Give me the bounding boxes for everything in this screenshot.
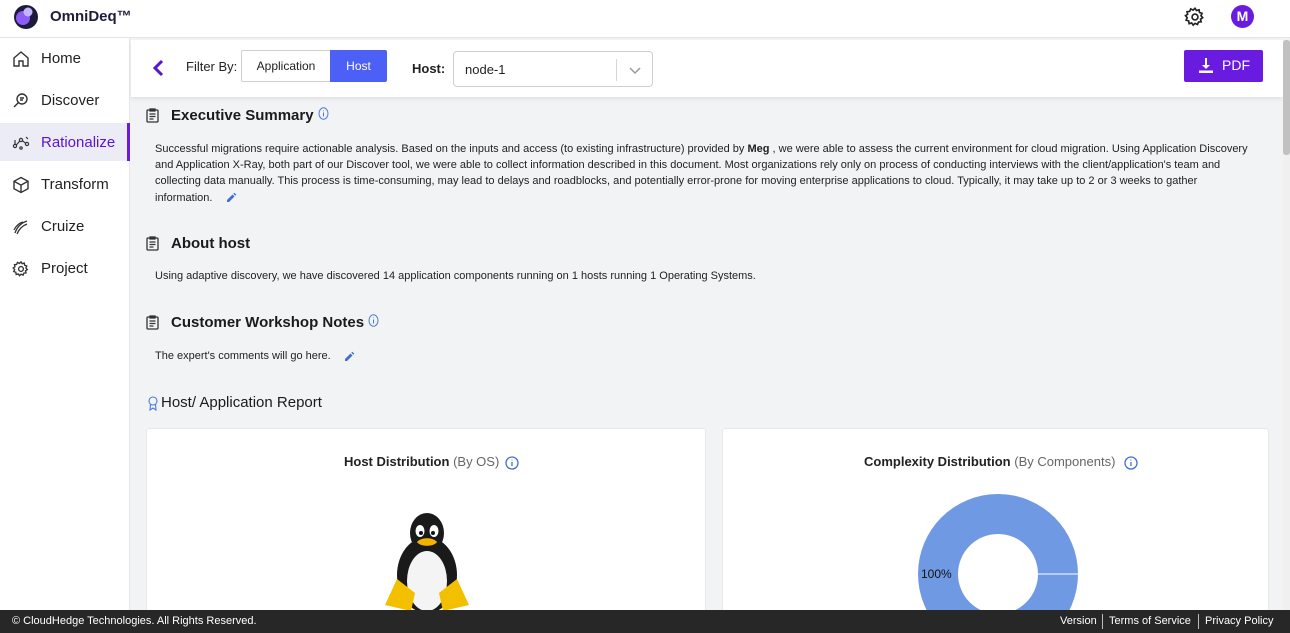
complexity-distribution-card: Complexity Distribution (By Components) …	[722, 428, 1269, 614]
footer-divider	[1102, 614, 1103, 629]
section-title: Host/ Application Report	[161, 394, 322, 411]
host-label: Host:	[412, 61, 446, 76]
scrollbar-thumb[interactable]	[1283, 40, 1290, 155]
sidebar-item-project[interactable]: Project	[0, 249, 130, 287]
donut-data-label: 100%	[921, 567, 952, 581]
card-title-main: Complexity Distribution	[864, 454, 1011, 469]
settings-gear-icon[interactable]	[1184, 6, 1206, 28]
info-icon[interactable]	[505, 456, 519, 470]
card-title-main: Host Distribution	[344, 454, 450, 469]
sidebar-item-label: Discover	[41, 92, 100, 109]
filter-by-label: Filter By:	[186, 59, 238, 74]
document-icon	[146, 108, 159, 123]
select-divider	[616, 59, 617, 81]
user-name: Meg	[747, 143, 770, 155]
complexity-donut-chart: 100%	[918, 494, 1078, 614]
sidebar-item-label: Home	[41, 50, 82, 67]
brand-name: OmniDeq™	[50, 8, 132, 25]
host-distribution-card: Host Distribution (By OS)	[146, 428, 706, 613]
workshop-text-part: The expert's comments will go here.	[155, 350, 331, 362]
scrollbar[interactable]	[1283, 40, 1290, 610]
info-icon[interactable]	[368, 314, 379, 327]
home-icon	[13, 51, 29, 67]
pdf-button-label: PDF	[1222, 57, 1250, 73]
card-title-sub: (By Components)	[1014, 454, 1116, 469]
user-avatar[interactable]: M	[1231, 5, 1254, 28]
sidebar-item-discover[interactable]: Discover	[0, 81, 130, 119]
card-title: Host Distribution (By OS)	[344, 454, 499, 469]
privacy-policy-link[interactable]: Privacy Policy	[1205, 615, 1273, 627]
copyright-text: © CloudHedge Technologies. All Rights Re…	[12, 615, 257, 627]
cube-icon	[13, 176, 29, 194]
document-icon	[146, 315, 159, 330]
section-title: Customer Workshop Notes	[171, 314, 365, 331]
terms-of-service-link[interactable]: Terms of Service	[1109, 615, 1191, 627]
cruize-icon	[13, 220, 28, 235]
linux-tux-icon	[385, 513, 469, 613]
filter-bar: Filter By: Application Host Host: node-1…	[131, 40, 1283, 97]
document-icon	[146, 236, 159, 251]
edit-pencil-icon[interactable]	[226, 192, 237, 203]
summary-text-part: Successful migrations require actionable…	[155, 143, 748, 155]
sidebar-item-transform[interactable]: Transform	[0, 165, 130, 203]
sidebar-item-label: Cruize	[41, 218, 85, 235]
host-select-value: node-1	[465, 62, 506, 77]
footer-divider	[1198, 614, 1199, 629]
gear-icon	[12, 260, 29, 277]
sidebar-item-home[interactable]: Home	[0, 39, 130, 77]
edit-pencil-icon[interactable]	[344, 351, 355, 362]
card-title-sub: (By OS)	[453, 454, 500, 469]
version-link[interactable]: Version	[1060, 615, 1097, 627]
filter-option-application[interactable]: Application	[241, 50, 331, 82]
chevron-down-icon[interactable]	[628, 64, 642, 76]
sidebar-item-label: Rationalize	[41, 134, 116, 151]
sidebar-item-label: Transform	[41, 176, 109, 193]
footer: © CloudHedge Technologies. All Rights Re…	[0, 610, 1290, 633]
workshop-notes-text: The expert's comments will go here.	[155, 348, 1255, 364]
info-icon[interactable]	[1124, 456, 1138, 470]
sidebar-item-label: Project	[41, 260, 88, 277]
award-ribbon-icon	[148, 396, 158, 411]
download-icon	[1199, 58, 1213, 73]
sidebar-item-cruize[interactable]: Cruize	[0, 207, 130, 245]
sidebar-item-rationalize[interactable]: Rationalize	[0, 123, 130, 161]
info-icon[interactable]	[318, 107, 329, 120]
omnideq-logo-icon[interactable]	[13, 4, 39, 30]
section-title: Executive Summary	[171, 107, 314, 124]
discover-icon	[13, 93, 28, 108]
top-bar: OmniDeq™ M	[0, 0, 1290, 38]
executive-summary-text: Successful migrations require actionable…	[155, 141, 1255, 206]
section-title: About host	[171, 235, 251, 252]
sidebar: Home Discover Rationalize Transform Crui…	[0, 38, 130, 610]
card-title: Complexity Distribution (By Components)	[864, 454, 1115, 469]
about-host-text: Using adaptive discovery, we have discov…	[155, 270, 756, 282]
filter-option-host[interactable]: Host	[330, 50, 387, 82]
back-chevron-icon[interactable]	[151, 58, 165, 78]
donut-slice[interactable]	[918, 494, 1078, 614]
rationalize-icon	[12, 136, 30, 150]
pdf-download-button[interactable]: PDF	[1184, 50, 1263, 82]
host-select[interactable]: node-1	[453, 51, 653, 87]
